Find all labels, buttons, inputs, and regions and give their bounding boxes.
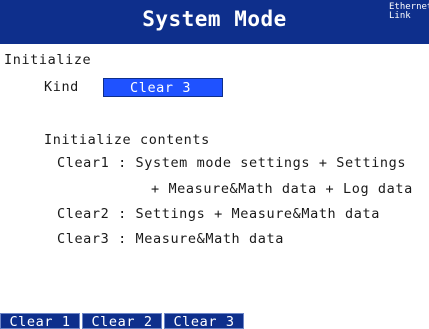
kind-label: Kind	[44, 79, 79, 95]
system-mode-screen: System Mode Ethernet Link Initialize Kin…	[0, 0, 429, 329]
section-title: Initialize	[4, 52, 92, 68]
initialize-contents-heading: Initialize contents	[44, 132, 210, 148]
ethernet-link-indicator: Ethernet Link	[389, 3, 429, 21]
clear-2-softkey[interactable]: Clear 2	[82, 313, 162, 329]
clear3-description: Clear3 : Measure&Math data	[57, 231, 284, 247]
clear-1-softkey[interactable]: Clear 1	[0, 313, 80, 329]
page-title: System Mode	[142, 7, 287, 31]
clear2-description: Clear2 : Settings + Measure&Math data	[57, 206, 380, 222]
clear1-description: Clear1 : System mode settings + Settings	[57, 155, 407, 171]
title-bar: System Mode Ethernet Link	[0, 0, 429, 44]
link-status-label: Link	[389, 11, 411, 21]
kind-select[interactable]: Clear 3	[103, 78, 223, 97]
clear-3-softkey[interactable]: Clear 3	[164, 313, 244, 329]
clear1-description-continued: + Measure&Math data + Log data	[151, 181, 413, 197]
softkey-bar: Clear 1 Clear 2 Clear 3	[0, 313, 246, 329]
